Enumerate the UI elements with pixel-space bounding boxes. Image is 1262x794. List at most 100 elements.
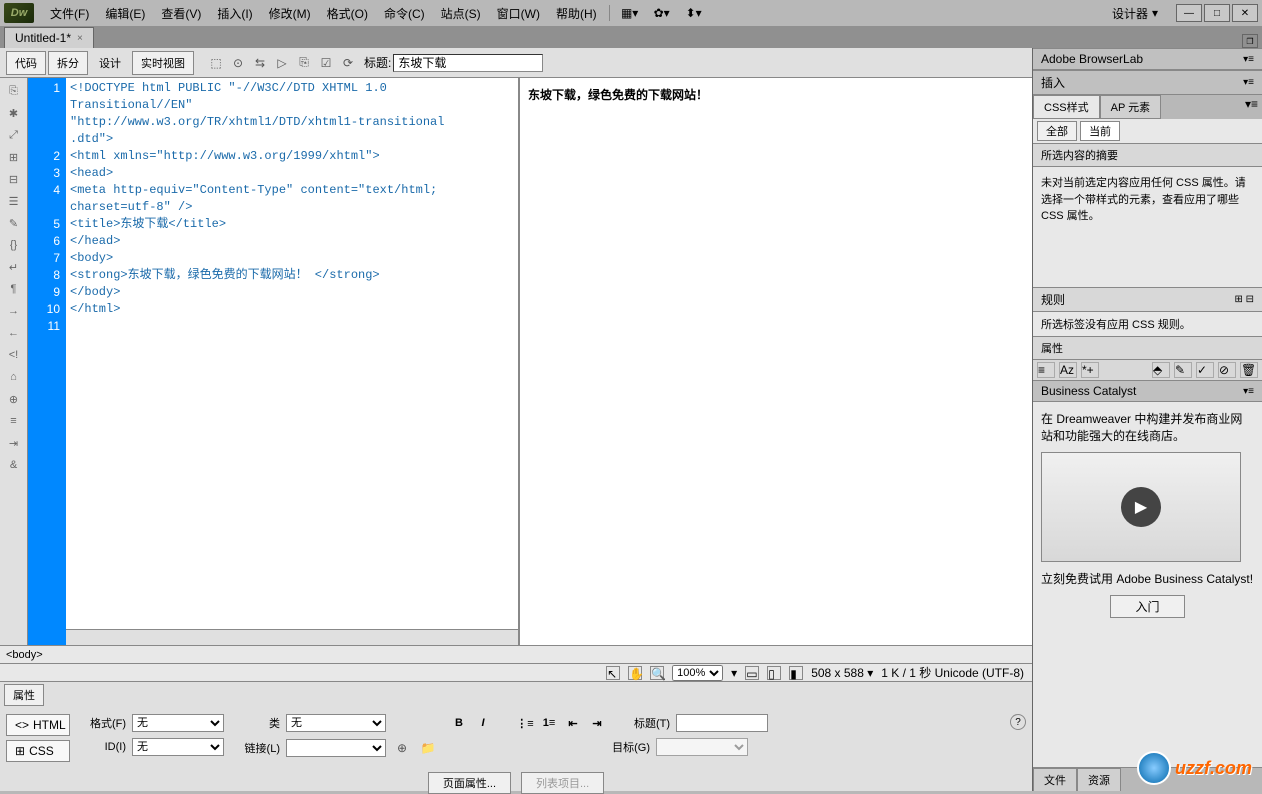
menu-edit[interactable]: 编辑(E) xyxy=(97,2,153,25)
bc-video-thumbnail[interactable]: ▶ xyxy=(1041,452,1241,562)
menu-modify[interactable]: 修改(M) xyxy=(261,2,319,25)
expand-icon[interactable]: ⤢ xyxy=(4,126,24,144)
code-view[interactable]: 1234567891011 <!DOCTYPE html PUBLIC "-//… xyxy=(28,78,520,645)
split-view-button[interactable]: 拆分 xyxy=(48,51,88,75)
syntax-icon[interactable]: {} xyxy=(4,236,24,254)
indent-icon[interactable]: → xyxy=(4,302,24,320)
menu-commands[interactable]: 命令(C) xyxy=(376,2,433,25)
browserlab-panel-header[interactable]: Adobe BrowserLab▾≡ xyxy=(1033,48,1262,70)
ul-button[interactable]: ⋮≡ xyxy=(516,715,534,731)
indent-button[interactable]: ⇥ xyxy=(588,715,606,731)
close-button[interactable]: ✕ xyxy=(1232,4,1258,22)
horizontal-scrollbar[interactable] xyxy=(66,629,518,645)
format-source-icon[interactable]: ≡ xyxy=(4,412,24,430)
properties-tab[interactable]: 属性 xyxy=(4,684,44,706)
files-tab[interactable]: 文件 xyxy=(1033,768,1077,791)
code-view-button[interactable]: 代码 xyxy=(6,51,46,75)
validate-icon[interactable]: ☑ xyxy=(316,53,336,73)
show-category-icon[interactable]: ≡ xyxy=(1037,362,1055,378)
move-css-icon[interactable]: ⊕ xyxy=(4,390,24,408)
live-code-icon[interactable]: ⬚ xyxy=(206,53,226,73)
workspace-switcher[interactable]: 设计器▾ xyxy=(1102,2,1168,25)
balance-icon[interactable]: ⊟ xyxy=(4,170,24,188)
menu-file[interactable]: 文件(F) xyxy=(42,2,97,25)
browse-file-icon[interactable]: 📁 xyxy=(418,738,438,758)
design-view[interactable]: 东坡下载，绿色免费的下载网站！ xyxy=(520,78,1032,645)
menu-insert[interactable]: 插入(I) xyxy=(209,2,260,25)
css-current-button[interactable]: 当前 xyxy=(1080,121,1120,141)
assets-tab[interactable]: 资源 xyxy=(1077,768,1121,791)
attach-css-icon[interactable]: ⬘ xyxy=(1152,362,1170,378)
bc-start-button[interactable]: 入门 xyxy=(1110,595,1184,618)
play-icon[interactable]: ▶ xyxy=(1121,487,1161,527)
point-to-file-icon[interactable]: ⊕ xyxy=(392,738,412,758)
tag-selector[interactable]: <body> xyxy=(0,645,1032,663)
select-tool-icon[interactable]: ↖ xyxy=(606,666,620,680)
zoom-select[interactable]: 100% xyxy=(672,665,723,681)
select-parent-icon[interactable]: ⊞ xyxy=(4,148,24,166)
word-wrap-icon[interactable]: ↵ xyxy=(4,258,24,276)
refresh-icon[interactable]: ⟳ xyxy=(338,53,358,73)
title-input[interactable] xyxy=(393,54,543,72)
live-view-button[interactable]: 实时视图 xyxy=(132,51,194,75)
server-icon[interactable]: ⇆ xyxy=(250,53,270,73)
css-styles-tab[interactable]: CSS样式 xyxy=(1033,95,1100,119)
preview-icon[interactable]: ▷ xyxy=(272,53,292,73)
edit-rule-icon[interactable]: ✓ xyxy=(1196,362,1214,378)
extend-icon[interactable]: ✿▾ xyxy=(652,3,672,23)
document-tab[interactable]: Untitled-1* × xyxy=(4,27,94,48)
maximize-button[interactable]: □ xyxy=(1204,4,1230,22)
menu-help[interactable]: 帮助(H) xyxy=(548,2,605,25)
id-select[interactable]: 无 xyxy=(132,738,224,756)
class-select[interactable]: 无 xyxy=(286,714,386,732)
outdent-button[interactable]: ⇤ xyxy=(564,715,582,731)
insert-panel-header[interactable]: 插入▾≡ xyxy=(1033,70,1262,95)
menu-view[interactable]: 查看(V) xyxy=(153,2,209,25)
title-prop-input[interactable] xyxy=(676,714,768,732)
hand-tool-icon[interactable]: ✋ xyxy=(628,666,642,680)
menu-window[interactable]: 窗口(W) xyxy=(489,2,548,25)
open-docs-icon[interactable]: ⎘ xyxy=(4,82,24,100)
autoindent-icon[interactable]: ⇥ xyxy=(4,434,24,452)
delete-css-icon[interactable]: 🗑 xyxy=(1240,362,1258,378)
file-mgmt-icon[interactable]: ⎘ xyxy=(294,53,314,73)
business-catalyst-header[interactable]: Business Catalyst▾≡ xyxy=(1033,380,1262,402)
design-view-button[interactable]: 设计 xyxy=(90,51,130,75)
new-rule-icon[interactable]: ✎ xyxy=(1174,362,1192,378)
format-select[interactable]: 无 xyxy=(132,714,224,732)
snippets-icon[interactable]: & xyxy=(4,456,24,474)
show-set-icon[interactable]: *+ xyxy=(1081,362,1099,378)
layout-icon[interactable]: ▦▾ xyxy=(620,3,640,23)
menu-site[interactable]: 站点(S) xyxy=(433,2,489,25)
site-icon[interactable]: ⬍▾ xyxy=(684,3,704,23)
recent-snippets-icon[interactable]: ⌂ xyxy=(4,368,24,386)
target-select[interactable] xyxy=(656,738,748,756)
css-mode-button[interactable]: ⊞CSS xyxy=(6,740,70,762)
line-num-icon[interactable]: ☰ xyxy=(4,192,24,210)
zoom-tool-icon[interactable]: 🔍 xyxy=(650,666,664,680)
minimize-button[interactable]: — xyxy=(1176,4,1202,22)
ap-elements-tab[interactable]: AP 元素 xyxy=(1100,95,1162,119)
phone-icon[interactable]: ▮ xyxy=(789,666,803,680)
css-all-button[interactable]: 全部 xyxy=(1037,121,1077,141)
ol-button[interactable]: 1≡ xyxy=(540,715,558,731)
tablet-icon[interactable]: ▯ xyxy=(767,666,781,680)
code-editor[interactable]: <!DOCTYPE html PUBLIC "-//W3C//DTD XHTML… xyxy=(66,78,518,645)
outdent-icon[interactable]: ← xyxy=(4,324,24,342)
close-tab-icon[interactable]: × xyxy=(77,33,83,44)
menu-format[interactable]: 格式(O) xyxy=(319,2,376,25)
help-icon[interactable]: ? xyxy=(1010,714,1026,730)
link-select[interactable] xyxy=(286,739,386,757)
collapse-icon[interactable]: ✱ xyxy=(4,104,24,122)
show-list-icon[interactable]: Az xyxy=(1059,362,1077,378)
bold-button[interactable]: B xyxy=(450,715,468,731)
comment-icon[interactable]: <! xyxy=(4,346,24,364)
restore-document-button[interactable]: ❐ xyxy=(1242,34,1258,48)
html-mode-button[interactable]: <>HTML xyxy=(6,714,70,736)
inspect-icon[interactable]: ⊙ xyxy=(228,53,248,73)
window-size-icon[interactable]: ▭ xyxy=(745,666,759,680)
disable-css-icon[interactable]: ⊘ xyxy=(1218,362,1236,378)
hidden-chars-icon[interactable]: ¶ xyxy=(4,280,24,298)
italic-button[interactable]: I xyxy=(474,715,492,731)
highlight-icon[interactable]: ✎ xyxy=(4,214,24,232)
